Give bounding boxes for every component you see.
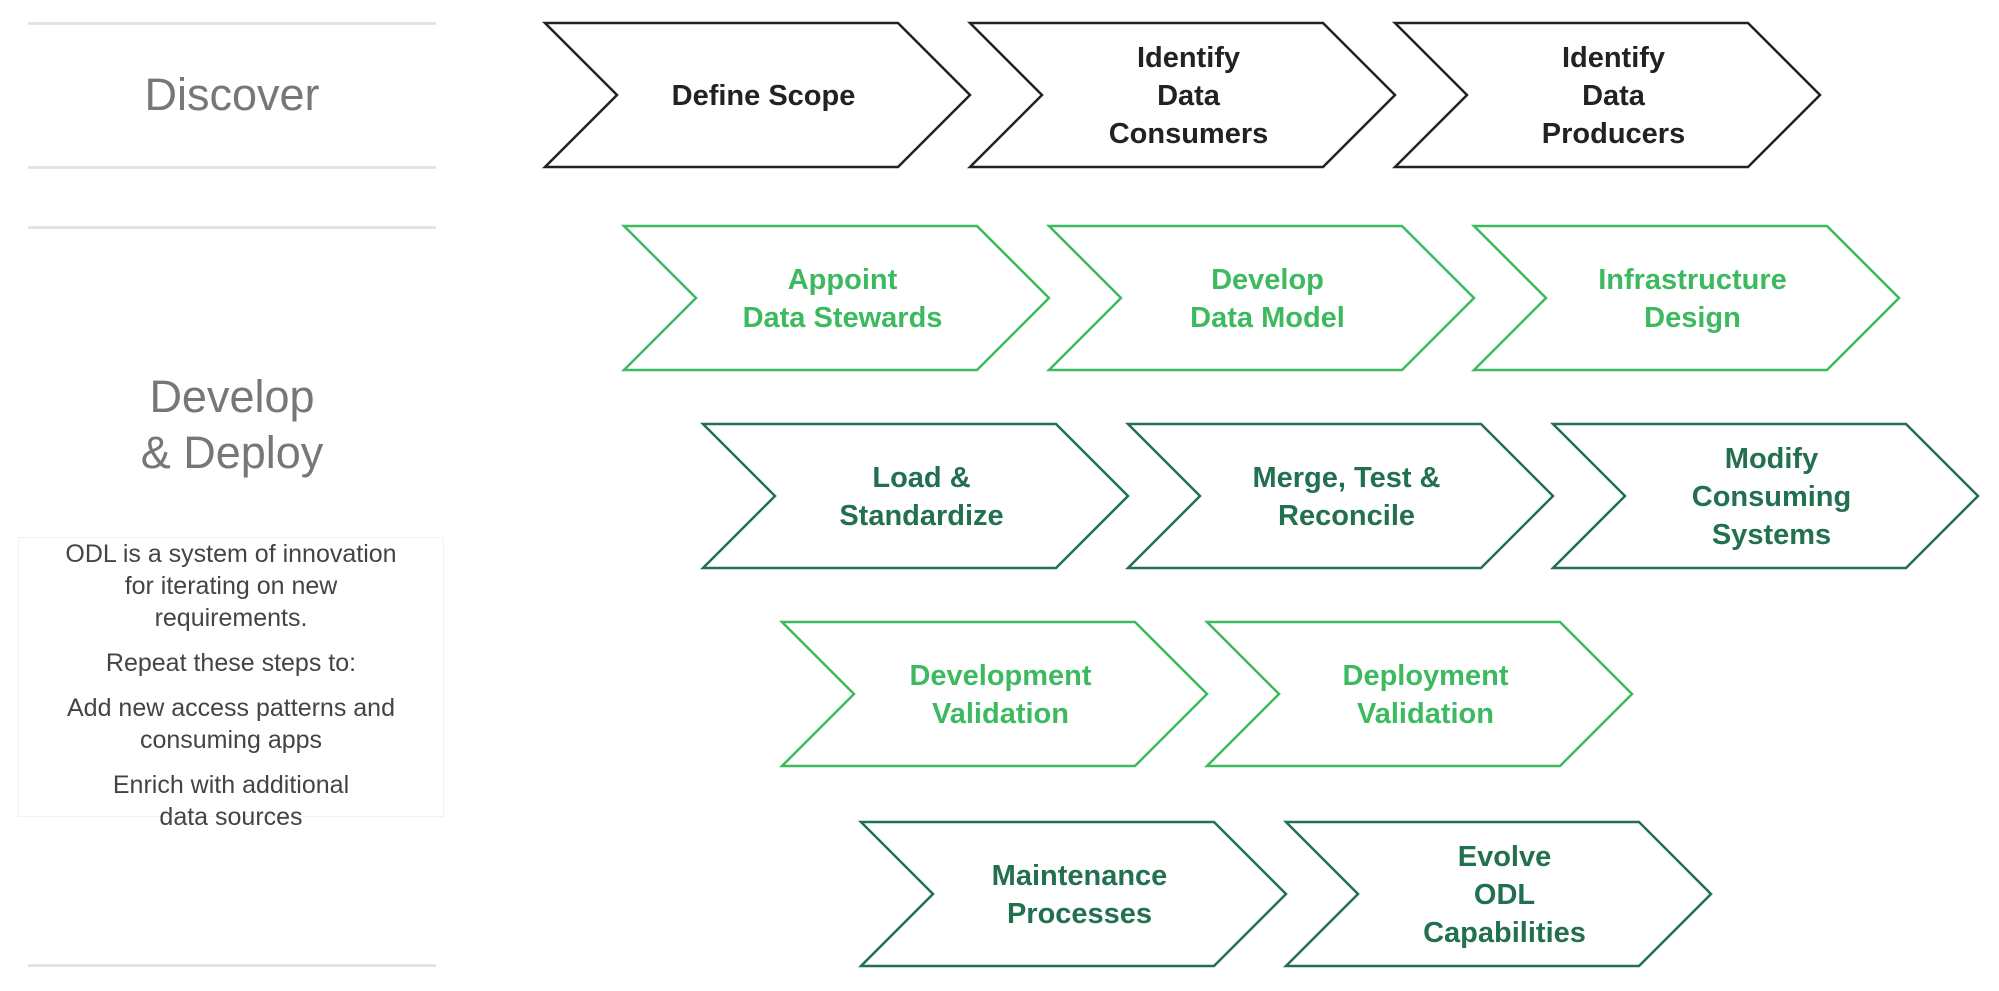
process-step-label: Validation: [1357, 698, 1494, 730]
chevron-shape: [1203, 620, 1634, 768]
chevron-shape: [778, 620, 1209, 768]
process-step-label: Load &: [872, 462, 970, 494]
process-step-label: Producers: [1542, 118, 1685, 150]
process-step-label: Standardize: [839, 500, 1003, 532]
process-step-label: Design: [1644, 302, 1741, 334]
process-step-chevron: Define Scope: [541, 21, 972, 169]
process-step-label: Modify: [1725, 443, 1818, 475]
chevron-shape: [699, 422, 1130, 570]
chevron-shape: [857, 820, 1288, 968]
process-step-chevron: Deployment Validation: [1203, 620, 1634, 768]
process-step-label: Infrastructure: [1598, 264, 1787, 296]
process-step-label: Deployment: [1343, 660, 1509, 692]
process-step-chevron: Merge, Test & Reconcile: [1124, 422, 1555, 570]
process-step-label: Define Scope: [672, 80, 856, 112]
process-step-chevron: Load & Standardize: [699, 422, 1130, 570]
process-chevron-diagram: Define ScopeIdentifyDataConsumersIdentif…: [541, 21, 1980, 968]
process-step-label: Maintenance: [992, 860, 1168, 892]
process-step-chevron: Modify Consuming Systems: [1549, 422, 1980, 570]
process-step-chevron: Development Validation: [778, 620, 1209, 768]
process-step-label: Appoint: [788, 264, 898, 296]
process-step-chevron: Develop Data Model: [1045, 224, 1476, 372]
process-step-label: Consuming: [1692, 481, 1852, 513]
process-step-label: Validation: [932, 698, 1069, 730]
process-step-label: Systems: [1712, 519, 1831, 551]
process-step-label: ODL: [1474, 879, 1535, 911]
process-step-label: Develop: [1211, 264, 1324, 296]
process-step-label: Data: [1582, 80, 1646, 112]
process-step-label: Data Stewards: [743, 302, 943, 334]
process-step-label: Reconcile: [1278, 500, 1415, 532]
process-step-label: Merge, Test &: [1252, 462, 1440, 494]
process-step-label: Development: [909, 660, 1091, 692]
chevron-shape: [1470, 224, 1901, 372]
chevron-shape: [620, 224, 1051, 372]
process-step-label: Identify: [1137, 42, 1240, 74]
process-step-chevron: Identify Data Consumers: [966, 21, 1397, 169]
chevron-shape: [1124, 422, 1555, 570]
process-step-label: Data Model: [1190, 302, 1345, 334]
process-step-chevron: Appoint Data Stewards: [620, 224, 1051, 372]
process-step-label: Data: [1157, 80, 1221, 112]
process-step-label: Identify: [1562, 42, 1665, 74]
process-step-label: Capabilities: [1423, 917, 1586, 949]
chevron-shape: [1045, 224, 1476, 372]
process-step-label: Processes: [1007, 898, 1152, 930]
process-step-label: Consumers: [1109, 118, 1269, 150]
process-step-chevron: Evolve ODL Capabilities: [1282, 820, 1713, 968]
process-step-chevron: Maintenance Processes: [857, 820, 1288, 968]
process-step-label: Evolve: [1458, 841, 1552, 873]
process-step-chevron: Identify Data Producers: [1391, 21, 1822, 169]
process-step-chevron: Infrastructure Design: [1470, 224, 1901, 372]
